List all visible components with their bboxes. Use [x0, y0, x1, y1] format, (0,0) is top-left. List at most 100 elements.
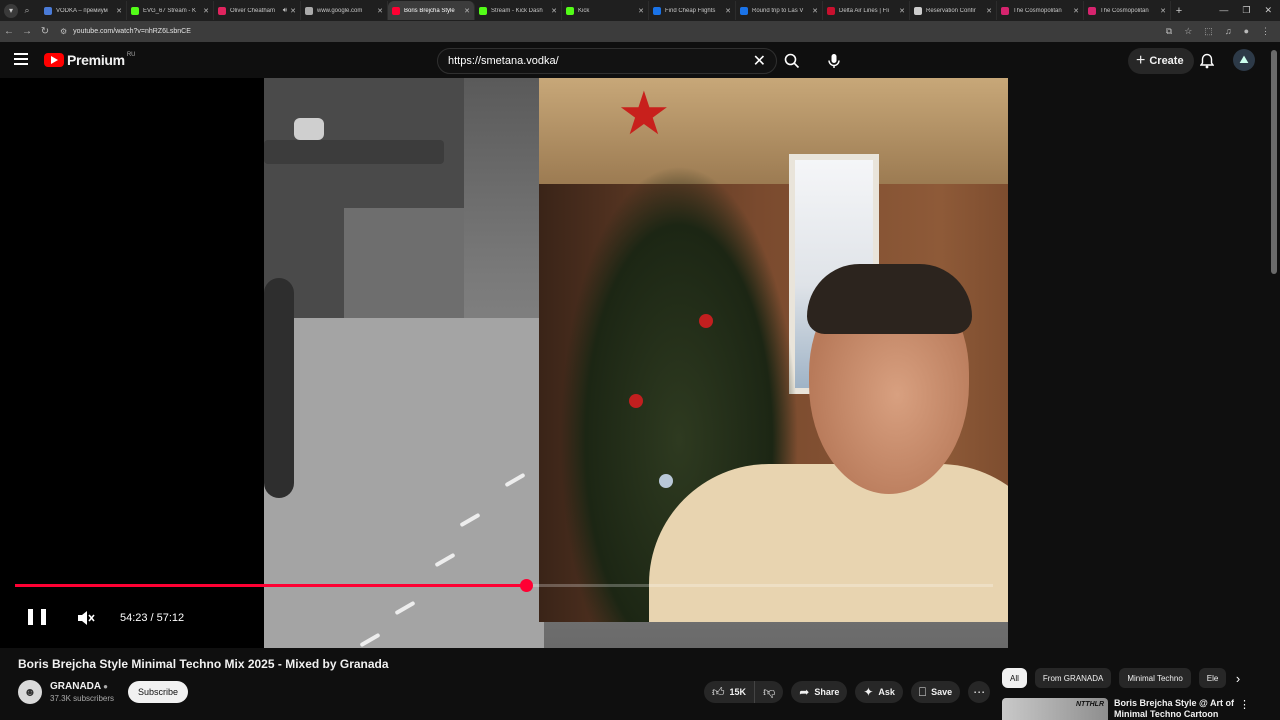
recommended-thumbnail[interactable]: NTTHLR: [1002, 698, 1108, 720]
like-dislike-group: 👍︎ 15K 👎︎: [704, 681, 784, 703]
like-button[interactable]: 👍︎ 15K: [704, 681, 756, 703]
progress-bar[interactable]: [15, 579, 993, 592]
maximize-icon[interactable]: ❐: [1242, 5, 1250, 16]
reload-icon[interactable]: ↻: [36, 26, 54, 37]
tab-title: Kick: [578, 7, 590, 14]
video-player[interactable]: ★ 54:23/57:12: [0, 78, 1008, 648]
browser-tab[interactable]: The Cosmopolitan ✕: [1084, 1, 1171, 20]
channel-name-row[interactable]: GRANADA ●: [50, 681, 108, 692]
tab-close-icon[interactable]: ✕: [986, 7, 992, 15]
tab-close-icon[interactable]: ✕: [377, 7, 383, 15]
thumbs-up-icon: 👍︎: [712, 684, 725, 699]
tab-close-icon[interactable]: ✕: [638, 7, 644, 15]
chevron-right-icon[interactable]: ›: [1230, 670, 1246, 686]
tab-title: Reservation Confir: [926, 7, 976, 14]
tab-audio-icon[interactable]: 🔊︎: [283, 7, 287, 15]
tab-favicon-icon: [827, 6, 835, 15]
more-vertical-icon[interactable]: ⋮: [1239, 698, 1250, 720]
webcam-overlay: ★: [539, 78, 1008, 622]
tab-close-icon[interactable]: ✕: [551, 7, 557, 15]
tab-close-icon[interactable]: ✕: [290, 7, 296, 15]
tab-search-icon[interactable]: ⌕: [20, 4, 34, 18]
share-button[interactable]: ➦ Share: [791, 681, 848, 703]
browser-tab[interactable]: Delta Air Lines | Fli ✕: [823, 1, 910, 20]
close-window-icon[interactable]: ✕: [1264, 5, 1272, 16]
tabs-container: VODKA – премиум ✕ EVG_67 Stream - K ✕ Oliver…: [40, 0, 1171, 21]
browser-tab[interactable]: www.google.com ✕: [301, 1, 388, 20]
tab-title: Round trip to Las V: [752, 7, 804, 14]
tab-list-menu-icon[interactable]: ▾: [4, 3, 18, 18]
bookmark-icon: ⎕: [918, 684, 927, 699]
voice-search-button[interactable]: [820, 47, 848, 75]
browser-tab[interactable]: Kick ✕: [562, 1, 649, 20]
forward-icon[interactable]: →: [18, 26, 36, 37]
more-horizontal-icon: ⋯: [973, 685, 986, 699]
chip-from-granada[interactable]: From GRANADA: [1034, 668, 1112, 688]
clear-search-icon[interactable]: ✕: [753, 51, 766, 71]
browser-tab[interactable]: Find Cheap Flights ✕: [649, 1, 736, 20]
bookmark-star-icon[interactable]: ☆: [1184, 26, 1192, 37]
media-icon[interactable]: ♫: [1225, 26, 1232, 37]
channel-avatar[interactable]: ☻: [18, 680, 42, 704]
recommended-title[interactable]: Boris Brejcha Style @ Art of Minimal Tec…: [1114, 698, 1234, 720]
tab-favicon-icon: [566, 6, 574, 15]
tab-close-icon[interactable]: ✕: [464, 7, 470, 15]
tab-favicon-icon: [1001, 6, 1009, 15]
tab-close-icon[interactable]: ✕: [725, 7, 731, 15]
profile-icon[interactable]: ●: [1244, 26, 1249, 37]
extensions-icon[interactable]: ⬚: [1204, 26, 1213, 37]
search-button[interactable]: [778, 48, 806, 74]
thumbs-down-icon: 👎︎: [763, 684, 776, 699]
tab-close-icon[interactable]: ✕: [1073, 7, 1079, 15]
minimize-icon[interactable]: —: [1219, 5, 1228, 16]
search-input[interactable]: https://smetana.vodka/ ✕: [437, 48, 777, 74]
tab-favicon-icon: [131, 6, 139, 15]
sparkle-icon: ✦: [863, 685, 874, 699]
browser-tab[interactable]: The Cosmopolitan ✕: [997, 1, 1084, 20]
open-in-app-icon[interactable]: ⧉: [1166, 26, 1172, 37]
tab-close-icon[interactable]: ✕: [1160, 7, 1166, 15]
subscribe-button[interactable]: Subscribe: [128, 681, 189, 703]
tab-close-icon[interactable]: ✕: [116, 7, 122, 15]
share-icon: ➦: [799, 685, 810, 699]
tab-close-icon[interactable]: ✕: [812, 7, 818, 15]
recommended-video[interactable]: NTTHLR Boris Brejcha Style @ Art of Mini…: [1002, 698, 1272, 720]
page-scrollbar[interactable]: [1271, 50, 1277, 274]
new-tab-button[interactable]: +: [1171, 5, 1187, 17]
dislike-button[interactable]: 👎︎: [755, 681, 784, 703]
browser-tab[interactable]: EVG_67 Stream - K ✕: [127, 1, 214, 20]
browser-tab[interactable]: Stream - Kick Dash ✕: [475, 1, 562, 20]
chip-electronic[interactable]: Ele: [1198, 668, 1227, 688]
browser-tab[interactable]: Reservation Confir ✕: [910, 1, 997, 20]
back-icon[interactable]: ←: [0, 26, 18, 37]
more-actions-button[interactable]: ⋯: [968, 681, 991, 703]
ask-label: Ask: [878, 687, 895, 697]
video-actions: 👍︎ 15K 👎︎ ➦ Share ✦ Ask ⎕ Save ⋯: [704, 681, 991, 703]
url-field[interactable]: ⚙ youtube.com/watch?v=nhRZ6LsbnCE: [60, 23, 1166, 40]
mute-button[interactable]: [76, 608, 96, 628]
chip-all[interactable]: All: [1002, 668, 1027, 688]
browser-tab[interactable]: Oliver Cheatham 🔊︎ ✕: [214, 1, 301, 20]
tab-close-icon[interactable]: ✕: [203, 7, 209, 15]
guide-menu-icon[interactable]: [14, 53, 28, 65]
create-button[interactable]: + Create: [1128, 48, 1194, 74]
pause-button[interactable]: [28, 607, 46, 627]
browser-tab[interactable]: VODKA – премиум ✕: [40, 1, 127, 20]
scrubber-handle[interactable]: [520, 579, 533, 592]
save-label: Save: [931, 687, 953, 697]
browser-tab[interactable]: Boris Brejcha Style ✕: [388, 1, 475, 20]
ask-button[interactable]: ✦ Ask: [855, 681, 903, 703]
youtube-logo[interactable]: Premium RU: [44, 52, 135, 68]
channel-name[interactable]: GRANADA: [50, 681, 101, 692]
chip-minimal-techno[interactable]: Minimal Techno: [1119, 668, 1191, 688]
address-bar: ← → ↻ ⚙ youtube.com/watch?v=nhRZ6LsbnCE …: [0, 21, 1280, 42]
tab-close-icon[interactable]: ✕: [899, 7, 905, 15]
account-avatar[interactable]: ⛰: [1233, 49, 1255, 71]
browser-menu-icon[interactable]: ⋮: [1261, 26, 1270, 37]
notifications-button[interactable]: [1196, 50, 1218, 72]
window-controls: — ❐ ✕: [1219, 5, 1272, 16]
save-button[interactable]: ⎕ Save: [910, 681, 961, 703]
site-info-icon[interactable]: ⚙: [60, 27, 67, 36]
tab-title: EVG_67 Stream - K: [143, 7, 197, 14]
browser-tab[interactable]: Round trip to Las V ✕: [736, 1, 823, 20]
